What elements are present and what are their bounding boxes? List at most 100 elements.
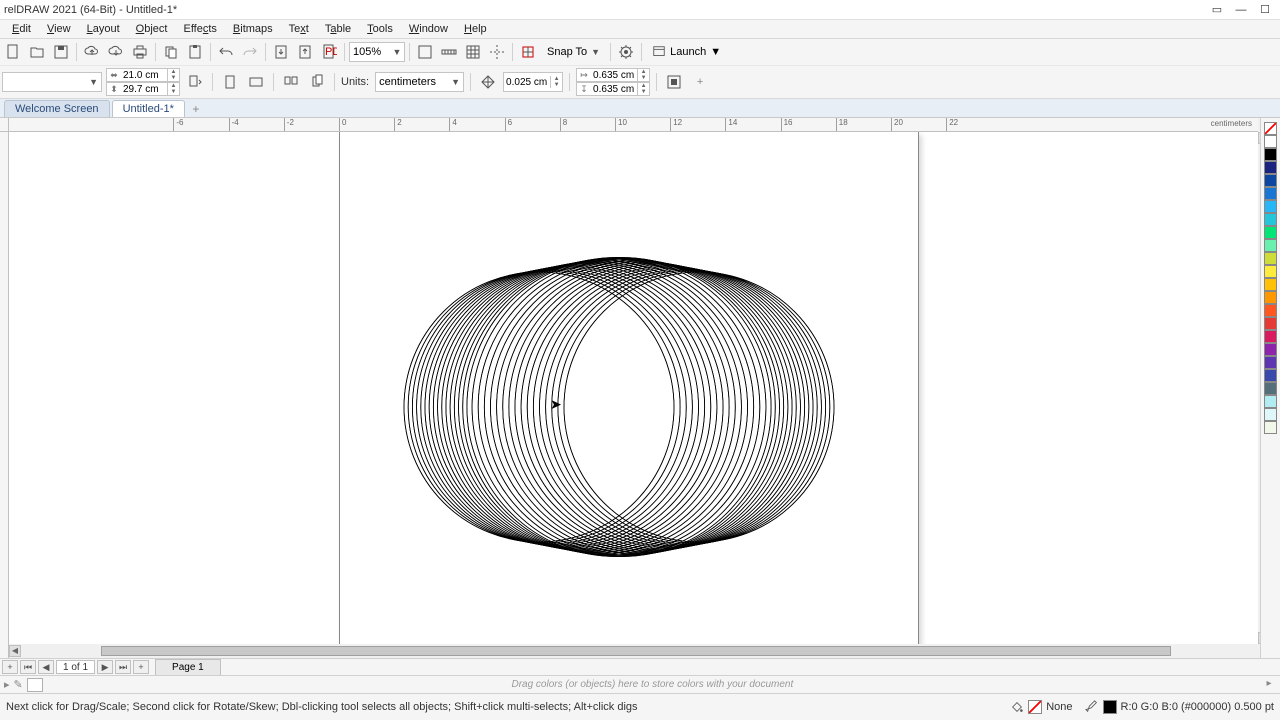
color-swatch[interactable] [1264, 356, 1277, 369]
color-swatch[interactable] [1264, 174, 1277, 187]
color-swatch[interactable] [1264, 252, 1277, 265]
export-button[interactable] [294, 41, 316, 63]
outline-indicator[interactable]: R:0 G:0 B:0 (#000000) 0.500 pt [1085, 700, 1275, 714]
menu-layout[interactable]: Layout [79, 21, 128, 37]
add-page-after-button[interactable]: + [133, 660, 149, 674]
color-swatch[interactable] [1264, 265, 1277, 278]
menu-tools[interactable]: Tools [359, 21, 401, 37]
color-swatch[interactable] [1264, 291, 1277, 304]
color-swatch[interactable] [1264, 382, 1277, 395]
vertical-ruler[interactable] [0, 132, 9, 658]
color-swatch[interactable] [1264, 148, 1277, 161]
dup-y-input[interactable] [591, 84, 637, 95]
color-swatch[interactable] [1264, 200, 1277, 213]
nudge-input[interactable] [504, 77, 550, 88]
menu-object[interactable]: Object [128, 21, 176, 37]
menu-edit[interactable]: Edit [4, 21, 39, 37]
page-height-input[interactable] [121, 84, 167, 95]
color-swatch[interactable] [1264, 408, 1277, 421]
tray-arrow-icon[interactable]: ▸ [4, 678, 10, 691]
window-workspace-icon[interactable]: ▭ [1206, 2, 1228, 18]
ruler-origin[interactable] [0, 118, 9, 132]
hscroll-thumb[interactable] [101, 646, 1171, 656]
zoom-input[interactable] [350, 45, 390, 59]
snap-to-menu[interactable]: Snap To ▼ [541, 46, 606, 58]
rulers-toggle-button[interactable] [438, 41, 460, 63]
dup-x-input[interactable] [591, 70, 637, 81]
launch-menu[interactable]: Launch ▼ [646, 45, 727, 59]
units-input[interactable] [379, 76, 449, 88]
options-button[interactable] [615, 41, 637, 63]
color-swatch[interactable] [1264, 317, 1277, 330]
paste-button[interactable] [184, 41, 206, 63]
page-preset-combo[interactable]: ▼ [2, 72, 102, 92]
guides-toggle-button[interactable] [486, 41, 508, 63]
color-swatch[interactable] [1264, 187, 1277, 200]
nudge-field[interactable]: ▲▼ [503, 72, 563, 92]
cloud-up-button[interactable] [81, 41, 103, 63]
menu-effects[interactable]: Effects [175, 21, 224, 37]
page-height-field[interactable]: ⬍ ▲▼ [106, 82, 180, 96]
color-swatch[interactable] [1264, 226, 1277, 239]
menu-view[interactable]: View [39, 21, 79, 37]
page-width-input[interactable] [121, 70, 167, 81]
portrait-button[interactable] [219, 71, 241, 93]
add-page-button[interactable]: + [2, 660, 18, 674]
current-page-button[interactable] [306, 71, 328, 93]
artwork-blend-object[interactable] [389, 252, 849, 562]
tray-slot[interactable] [27, 678, 43, 692]
minimize-button[interactable]: — [1230, 2, 1252, 18]
canvas[interactable]: ➤ [9, 132, 1258, 644]
copy-button[interactable] [160, 41, 182, 63]
dup-x-field[interactable]: ↦ ▲▼ [576, 68, 650, 82]
redo-button[interactable] [239, 41, 261, 63]
print-button[interactable] [129, 41, 151, 63]
page-tab[interactable]: Page 1 [155, 659, 221, 676]
maximize-button[interactable]: ☐ [1254, 2, 1276, 18]
landscape-button[interactable] [245, 71, 267, 93]
menu-table[interactable]: Table [317, 21, 359, 37]
tray-expand-icon[interactable]: ▸ [1262, 678, 1276, 692]
horizontal-ruler[interactable]: centimeters -6-4-20246810121416182022 [9, 118, 1258, 132]
fill-indicator[interactable]: None [1010, 700, 1072, 714]
dup-y-field[interactable]: ↧ ▲▼ [576, 82, 650, 96]
add-preset-button[interactable]: + [689, 71, 711, 93]
color-swatch[interactable] [1264, 278, 1277, 291]
color-swatch[interactable] [1264, 135, 1277, 148]
first-page-button[interactable]: ⏮ [20, 660, 36, 674]
grid-toggle-button[interactable] [462, 41, 484, 63]
add-tab-button[interactable]: + [187, 101, 205, 117]
color-swatch[interactable] [1264, 343, 1277, 356]
last-page-button[interactable]: ⏭ [115, 660, 131, 674]
horizontal-scrollbar[interactable]: ◀ [9, 644, 1258, 658]
color-swatch[interactable] [1264, 395, 1277, 408]
fullscreen-button[interactable] [414, 41, 436, 63]
undo-button[interactable] [215, 41, 237, 63]
next-page-button[interactable]: ▶ [97, 660, 113, 674]
color-swatch[interactable] [1264, 330, 1277, 343]
cloud-down-button[interactable] [105, 41, 127, 63]
import-button[interactable] [270, 41, 292, 63]
scroll-left-button[interactable]: ◀ [9, 645, 21, 657]
tray-eyedropper-icon[interactable]: ✎ [14, 678, 23, 691]
menu-text[interactable]: Text [281, 21, 317, 37]
menu-bitmaps[interactable]: Bitmaps [225, 21, 281, 37]
publish-pdf-button[interactable]: PDF [318, 41, 340, 63]
color-swatch[interactable] [1264, 239, 1277, 252]
tab-welcome[interactable]: Welcome Screen [4, 100, 110, 117]
tab-document[interactable]: Untitled-1* [112, 100, 185, 117]
color-swatch[interactable] [1264, 421, 1277, 434]
dynamic-guides-button[interactable] [517, 41, 539, 63]
open-button[interactable] [26, 41, 48, 63]
page-width-field[interactable]: ⬌ ▲▼ [106, 68, 180, 82]
zoom-combo[interactable]: ▼ [349, 42, 405, 62]
color-swatch[interactable] [1264, 213, 1277, 226]
orientation-toggle-button[interactable] [184, 71, 206, 93]
color-swatch[interactable] [1264, 304, 1277, 317]
menu-help[interactable]: Help [456, 21, 495, 37]
no-color-swatch[interactable] [1264, 122, 1277, 135]
menu-window[interactable]: Window [401, 21, 456, 37]
treat-as-filled-button[interactable] [663, 71, 685, 93]
save-button[interactable] [50, 41, 72, 63]
units-combo[interactable]: ▼ [375, 72, 464, 92]
